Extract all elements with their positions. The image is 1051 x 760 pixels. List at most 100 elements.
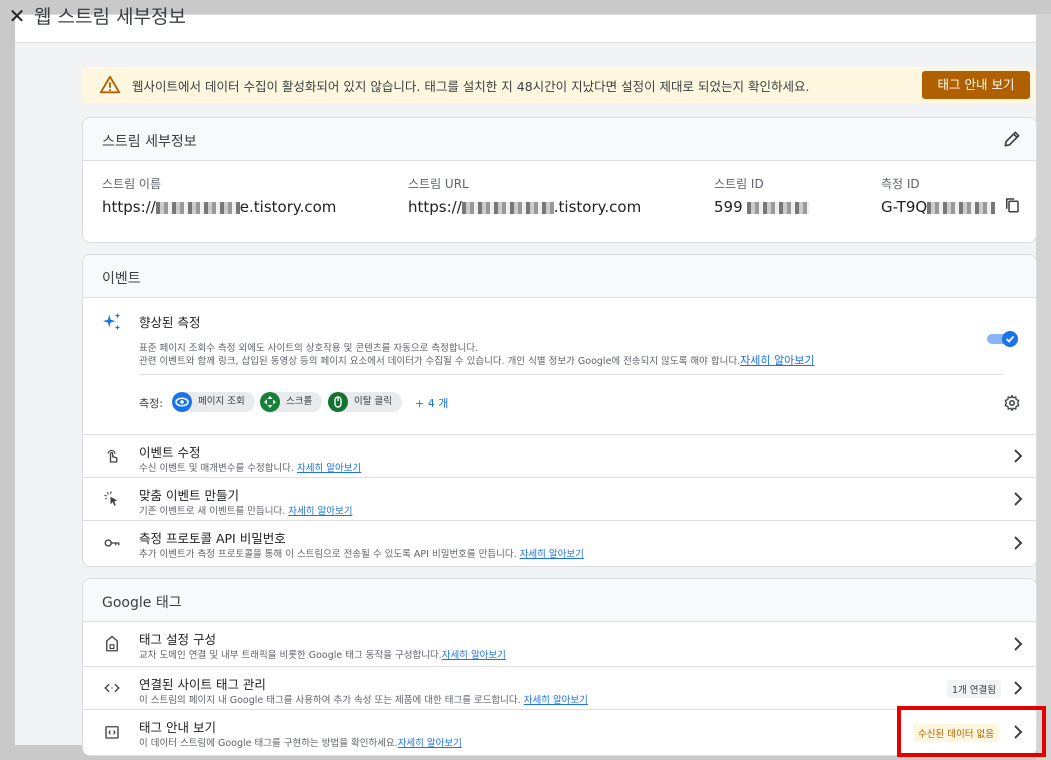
scrollbar-track[interactable]: [1036, 14, 1051, 760]
cursor-click-icon: [104, 491, 118, 506]
stream-details-header: 스트림 세부정보: [83, 118, 1036, 161]
eye-icon: [172, 392, 192, 412]
learn-more-link[interactable]: 자세히 알아보기: [442, 650, 506, 661]
row-desc: 이 스트림의 페이지 내 Google 태그를 사용하여 추가 속성 또는 제품…: [139, 692, 588, 706]
page-title: 웹 스트림 세부정보: [34, 6, 186, 28]
stream-name-suffix: e.tistory.com: [239, 198, 337, 216]
sparkle-icon: [102, 312, 121, 331]
enhanced-measurement-desc-2: 관련 이벤트와 함께 링크, 삽입된 동영상 등의 페이지 요소에서 데이터가 …: [139, 352, 814, 368]
row-title: 이벤트 수정: [139, 445, 201, 460]
measurement-id-label: 측정 ID: [881, 177, 920, 191]
list-item-measurement-protocol[interactable]: 측정 프로토콜 API 비밀번호 추가 이벤트가 측정 프로토콜을 통해 이 스…: [83, 520, 1036, 566]
row-desc: 이 데이터 스트림에 Google 태그를 구현하는 방법을 확인하세요.자세히…: [139, 735, 462, 749]
google-tag-header: Google 태그: [83, 579, 1036, 622]
tag-icon: [106, 635, 118, 652]
mouse-icon: [328, 392, 348, 412]
row-desc-text: 이 스트림의 페이지 내 Google 태그를 사용하여 추가 속성 또는 제품…: [139, 695, 524, 706]
stream-url-suffix: .tistory.com: [553, 198, 642, 216]
redacted-block: [155, 201, 240, 214]
dialog-title-bar: ✕ 웹 스트림 세부정보: [0, 0, 1051, 42]
row-desc: 추가 이벤트가 측정 프로토콜을 통해 이 스트림으로 전송될 수 있도록 AP…: [139, 546, 584, 560]
chevron-right-icon[interactable]: [1012, 492, 1024, 506]
connected-count-badge: 1개 연결됨: [947, 680, 1002, 698]
row-title: 연결된 사이트 태그 관리: [139, 677, 266, 692]
chevron-right-icon[interactable]: [1012, 681, 1024, 695]
row-desc-text: 수신 이벤트 및 매개변수를 수정합니다.: [139, 463, 297, 474]
stream-url-value[interactable]: https:// .tistory.com: [408, 198, 641, 216]
chevron-right-icon[interactable]: [1012, 449, 1024, 463]
more-measures-link[interactable]: + 4 개: [415, 395, 448, 411]
stream-url-label: 스트림 URL: [408, 177, 469, 191]
chevron-right-icon[interactable]: [1012, 536, 1024, 550]
google-tag-title: Google 태그: [102, 595, 182, 611]
redacted-block: [746, 201, 809, 214]
google-tag-card: Google 태그 태그 설정 구성 교차 도메인 연결 및 내부 트래픽을 비…: [82, 578, 1037, 756]
chip-outbound-click[interactable]: 이탈 클릭: [328, 392, 402, 412]
chip-scroll[interactable]: 스크롤: [260, 392, 323, 412]
events-card: 이벤트 향상된 측정 표준 페이지 조회수 측정 외에도 사이트의 상호작용 및…: [82, 254, 1037, 567]
stream-id-value[interactable]: 599: [714, 198, 809, 216]
redacted-block: [927, 201, 996, 214]
gear-icon[interactable]: [1003, 394, 1021, 412]
stream-name-label: 스트림 이름: [102, 177, 162, 191]
list-item-create-custom-event[interactable]: 맞춤 이벤트 만들기 기존 이벤트로 새 이벤트를 만듭니다. 자세히 알아보기: [83, 477, 1036, 521]
stream-name-value[interactable]: https:// e.tistory.com: [102, 198, 336, 216]
touch-icon: [107, 449, 118, 463]
redacted-block: [461, 201, 554, 214]
row-title: 맞춤 이벤트 만들기: [139, 488, 239, 503]
stream-id-field: 스트림 ID 599: [714, 175, 809, 216]
row-desc: 교차 도메인 연결 및 내부 트래픽을 비롯한 Google 태그 동작을 구성…: [139, 647, 506, 661]
warning-banner: 웹사이트에서 데이터 수집이 활성화되어 있지 않습니다. 태그를 설치한 지 …: [82, 67, 1035, 103]
learn-more-link[interactable]: 자세히 알아보기: [398, 738, 462, 749]
row-title: 태그 설정 구성: [139, 632, 216, 647]
close-icon[interactable]: ✕: [6, 2, 28, 30]
copy-icon[interactable]: [1003, 196, 1021, 214]
row-desc-text: 교차 도메인 연결 및 내부 트래픽을 비롯한 Google 태그 동작을 구성…: [139, 650, 442, 661]
stream-name-field: 스트림 이름 https:// e.tistory.com: [102, 175, 336, 216]
row-title: 태그 안내 보기: [139, 720, 216, 735]
events-header: 이벤트: [83, 255, 1036, 298]
stream-id-prefix: 599: [714, 198, 743, 216]
measure-label: 측정:: [139, 397, 163, 410]
stream-url-field: 스트림 URL https:// .tistory.com: [408, 175, 641, 216]
list-item-view-tag-guide[interactable]: 태그 안내 보기 이 데이터 스트림에 Google 태그를 구현하는 방법을 …: [83, 709, 1036, 755]
learn-more-link[interactable]: 자세히 알아보기: [297, 463, 361, 474]
stream-url-prefix: https://: [408, 198, 462, 216]
enhanced-desc-text: 관련 이벤트와 함께 링크, 삽입된 동영상 등의 페이지 요소에서 데이터가 …: [139, 356, 741, 367]
divider: [139, 374, 1003, 375]
learn-more-link[interactable]: 자세히 알아보기: [524, 695, 588, 706]
stream-details-title: 스트림 세부정보: [102, 134, 197, 150]
learn-more-link[interactable]: 자세히 알아보기: [288, 506, 352, 517]
warning-icon: [99, 75, 121, 94]
measurement-id-value[interactable]: G-T9Q: [881, 198, 996, 216]
scroll-icon: [260, 392, 280, 412]
highlight-annotation-box: [897, 706, 1046, 757]
row-desc: 수신 이벤트 및 매개변수를 수정합니다. 자세히 알아보기: [139, 460, 361, 474]
key-icon: [104, 539, 120, 547]
enhanced-measurement-toggle[interactable]: [987, 331, 1019, 347]
measurement-id-field: 측정 ID G-T9Q: [881, 175, 996, 216]
tag-code-icon: [105, 726, 119, 739]
code-icon: [104, 683, 120, 693]
stream-id-label: 스트림 ID: [714, 177, 764, 191]
stream-name-prefix: https://: [102, 198, 156, 216]
edit-icon[interactable]: [1002, 129, 1022, 149]
list-item-modify-events[interactable]: 이벤트 수정 수신 이벤트 및 매개변수를 수정합니다. 자세히 알아보기: [83, 434, 1036, 478]
chip-page-view[interactable]: 페이지 조회: [172, 392, 255, 412]
row-desc-text: 추가 이벤트가 측정 프로토콜을 통해 이 스트림으로 전송될 수 있도록 AP…: [139, 549, 520, 560]
chevron-right-icon[interactable]: [1012, 637, 1024, 651]
row-desc: 기존 이벤트로 새 이벤트를 만듭니다. 자세히 알아보기: [139, 503, 352, 517]
learn-more-link[interactable]: 자세히 알아보기: [740, 354, 814, 367]
events-title: 이벤트: [102, 271, 141, 287]
view-tag-guide-button[interactable]: 태그 안내 보기: [922, 71, 1030, 99]
stream-details-card: 스트림 세부정보 스트림 이름 https:// e.tistory.com 스트…: [82, 117, 1037, 243]
measurement-id-prefix: G-T9Q: [881, 198, 928, 216]
enhanced-measurement-title: 향상된 측정: [139, 315, 201, 330]
banner-message: 웹사이트에서 데이터 수집이 활성화되어 있지 않습니다. 태그를 설치한 지 …: [132, 79, 810, 94]
row-title: 측정 프로토콜 API 비밀번호: [139, 531, 286, 546]
row-desc-text: 이 데이터 스트림에 Google 태그를 구현하는 방법을 확인하세요.: [139, 738, 398, 749]
row-desc-text: 기존 이벤트로 새 이벤트를 만듭니다.: [139, 506, 289, 517]
learn-more-link[interactable]: 자세히 알아보기: [520, 549, 584, 560]
list-item-manage-connected-tags[interactable]: 연결된 사이트 태그 관리 이 스트림의 페이지 내 Google 태그를 사용…: [83, 666, 1036, 710]
list-item-configure-tag[interactable]: 태그 설정 구성 교차 도메인 연결 및 내부 트래픽을 비롯한 Google …: [83, 622, 1036, 666]
